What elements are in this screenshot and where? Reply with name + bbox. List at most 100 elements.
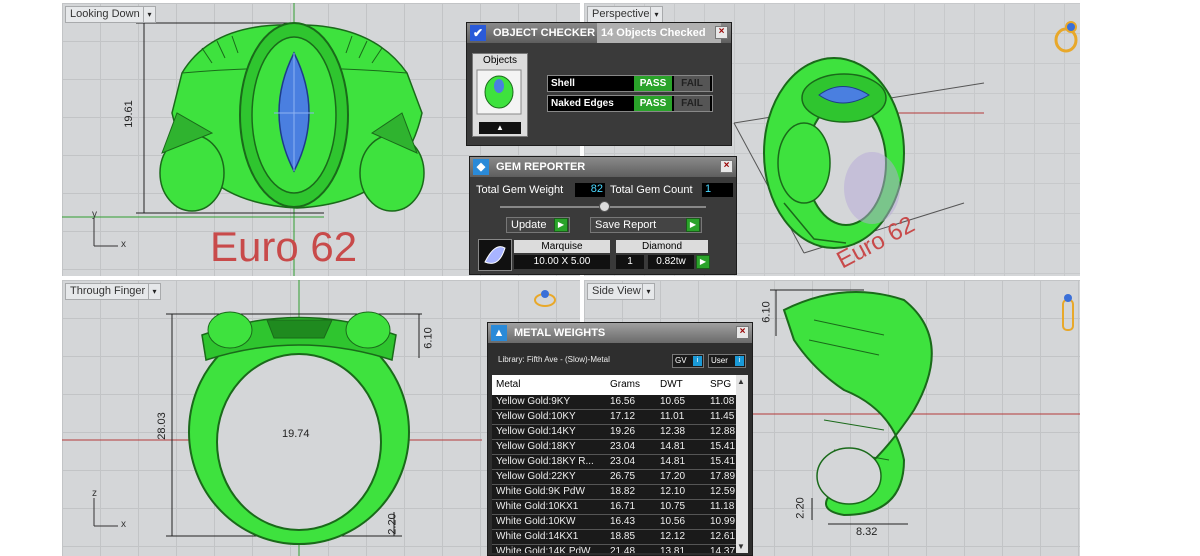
dwt-cell: 12.10 <box>660 486 686 497</box>
scroll-up-icon[interactable]: ▲ <box>479 122 521 134</box>
column-header[interactable]: DWT <box>660 375 704 395</box>
dimension-bottom: 2.20 <box>794 497 807 519</box>
metal-cell: Yellow Gold:9KY <box>496 396 571 407</box>
objects-box[interactable]: Objects ▲ <box>472 53 528 137</box>
table-row[interactable]: White Gold:10KW 16.43 10.56 10.99 <box>492 515 748 530</box>
gem-setting-icon <box>534 290 556 307</box>
table-row[interactable]: White Gold:10KX1 16.71 10.75 11.18 <box>492 500 748 515</box>
table-row[interactable]: White Gold:9K PdW 18.82 12.10 12.59 <box>492 485 748 500</box>
chevron-down-icon[interactable]: ▾ <box>148 283 161 300</box>
gem-cut: Marquise <box>514 240 610 253</box>
save-report-button[interactable]: Save Report ▶ <box>590 217 702 233</box>
save-report-label: Save Report <box>595 219 657 231</box>
chevron-down-icon[interactable]: ▾ <box>143 6 156 23</box>
table-row[interactable]: White Gold:14KX1 18.85 12.12 12.61 <box>492 530 748 545</box>
metal-weights-panel: ▲ METAL WEIGHTS × Library: Fifth Ave - (… <box>487 322 753 556</box>
play-icon: ▶ <box>686 218 700 232</box>
gem-thumbnail[interactable] <box>478 239 512 271</box>
chevron-down-icon[interactable]: ▾ <box>650 6 663 23</box>
grams-cell: 17.12 <box>610 411 636 422</box>
info-icon: i <box>735 356 744 366</box>
grams-cell: 16.71 <box>610 501 636 512</box>
dimension-width: 19.74 <box>282 428 310 440</box>
metal-cell: Yellow Gold:18KY <box>496 441 576 452</box>
ring-side-icon[interactable] <box>1058 292 1078 336</box>
grams-cell: 18.82 <box>610 486 636 497</box>
scrollbar[interactable]: ▲ ▼ <box>736 375 748 553</box>
gem-reporter-titlebar[interactable]: ◆ GEM REPORTER × <box>470 157 736 177</box>
dwt-cell: 17.20 <box>660 471 686 482</box>
close-icon[interactable]: × <box>736 326 749 339</box>
table-row[interactable]: White Gold:14K PdW 21.48 13.81 14.37 <box>492 545 748 553</box>
ring-orbit-icon[interactable] <box>1052 18 1082 54</box>
close-icon[interactable]: × <box>715 26 728 39</box>
object-thumbnail[interactable] <box>473 68 525 116</box>
fail-button[interactable]: FAIL <box>674 76 710 91</box>
gem-size: 10.00 X 5.00 <box>514 255 610 269</box>
pass-button[interactable]: PASS <box>634 76 672 91</box>
viewport-label[interactable]: Perspective <box>587 6 655 23</box>
table-row[interactable]: Yellow Gold:9KY 16.56 10.65 11.08 <box>492 395 748 410</box>
gem-type: Diamond <box>616 240 708 253</box>
tab-objects-checked[interactable]: 14 Objects Checked <box>597 23 721 43</box>
dwt-cell: 10.56 <box>660 516 686 527</box>
axis-x-label: x <box>121 239 126 250</box>
gem-reporter-panel: ◆ GEM REPORTER × Total Gem Weight 82 Tot… <box>469 156 737 275</box>
scroll-down-icon[interactable]: ▼ <box>737 542 745 551</box>
total-count-value: 1 <box>702 183 733 197</box>
chevron-down-icon[interactable]: ▾ <box>642 283 655 300</box>
table-row[interactable]: Yellow Gold:10KY 17.12 11.01 11.45 <box>492 410 748 425</box>
grams-cell: 16.43 <box>610 516 636 527</box>
column-header[interactable]: Metal <box>496 375 602 395</box>
objects-label: Objects <box>483 55 517 66</box>
metal-cell: Yellow Gold:14KY <box>496 426 576 437</box>
viewport-label[interactable]: Side View <box>587 283 646 300</box>
check-label: Naked Edges <box>551 98 614 109</box>
total-weight-label: Total Gem Weight <box>476 184 564 196</box>
dwt-cell: 14.81 <box>660 441 686 452</box>
object-checker-titlebar[interactable]: ✔ OBJECT CHECKER 14 Objects Checked × <box>467 23 731 43</box>
grams-cell: 23.04 <box>610 456 636 467</box>
axis-y-label: y <box>92 209 97 220</box>
total-weight-value: 82 <box>575 183 605 197</box>
table-row[interactable]: Yellow Gold:22KY 26.75 17.20 17.89 <box>492 470 748 485</box>
dwt-cell: 10.65 <box>660 396 686 407</box>
table-row[interactable]: Yellow Gold:14KY 19.26 12.38 12.88 <box>492 425 748 440</box>
viewport-label[interactable]: Looking Down <box>65 6 145 23</box>
marquise-icon <box>484 246 506 264</box>
table-row[interactable]: Yellow Gold:18KY R... 23.04 14.81 15.41 <box>492 455 748 470</box>
axis-x-label: x <box>121 519 126 530</box>
dwt-cell: 14.81 <box>660 456 686 467</box>
gv-toggle[interactable]: GV i <box>672 354 704 368</box>
close-icon[interactable]: × <box>720 160 733 173</box>
gem-icon: ◆ <box>473 159 489 175</box>
dimension-bottom: 2.20 <box>386 513 399 535</box>
fail-button[interactable]: FAIL <box>674 96 710 111</box>
dimension-width: 8.32 <box>856 526 878 538</box>
scroll-up-icon[interactable]: ▲ <box>737 377 745 386</box>
metal-cell: White Gold:10KX1 <box>496 501 579 512</box>
checkmark-icon: ✔ <box>470 25 486 41</box>
grams-cell: 18.85 <box>610 531 636 542</box>
metal-icon: ▲ <box>491 325 507 341</box>
column-header[interactable]: Grams <box>610 375 654 395</box>
object-checker-panel: ✔ OBJECT CHECKER 14 Objects Checked × Ob… <box>466 22 732 146</box>
pass-button[interactable]: PASS <box>634 96 672 111</box>
check-row-naked-edges: Naked Edges PASS FAIL <box>547 95 713 112</box>
user-toggle[interactable]: User i <box>708 354 746 368</box>
gem-carat: 0.82tw <box>648 255 694 269</box>
metal-cell: White Gold:9K PdW <box>496 486 585 497</box>
table-row[interactable]: Yellow Gold:18KY 23.04 14.81 15.41 <box>492 440 748 455</box>
check-row-shell: Shell PASS FAIL <box>547 75 713 92</box>
viewport-label[interactable]: Through Finger <box>65 283 151 300</box>
metal-weights-titlebar[interactable]: ▲ METAL WEIGHTS × <box>488 323 752 343</box>
update-button[interactable]: Update ▶ <box>506 217 570 233</box>
play-icon[interactable]: ▶ <box>696 255 710 269</box>
gv-label: GV <box>675 356 687 365</box>
user-label: User <box>711 356 728 365</box>
metal-cell: Yellow Gold:22KY <box>496 471 576 482</box>
grams-cell: 21.48 <box>610 546 636 553</box>
panel-title: METAL WEIGHTS <box>514 327 606 339</box>
slider-thumb[interactable] <box>599 201 610 212</box>
metal-table: Metal Grams DWT SPG Yellow Gold:9KY 16.56… <box>492 375 748 553</box>
